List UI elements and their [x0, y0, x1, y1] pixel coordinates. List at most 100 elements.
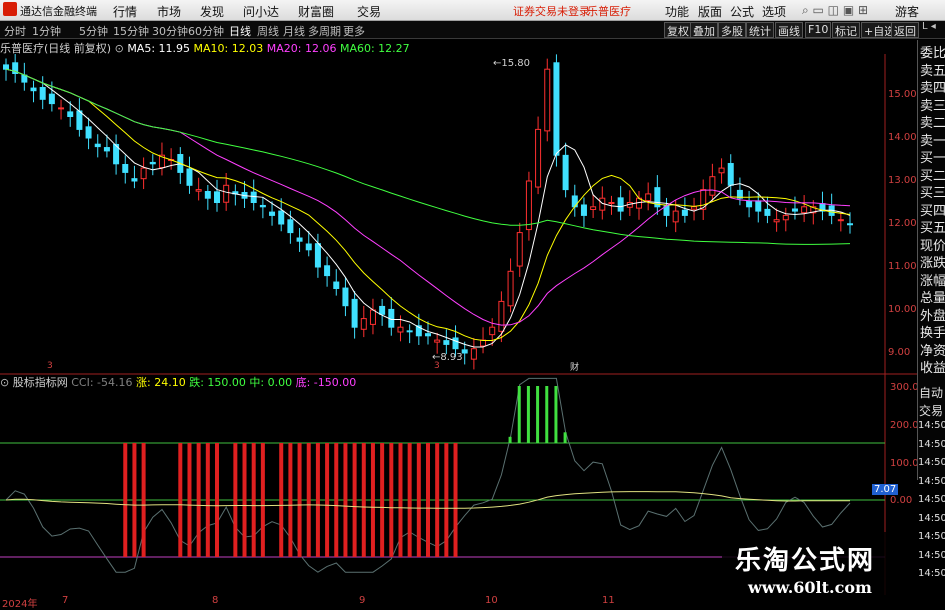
candle-body [250, 191, 257, 203]
signal-bar-red [370, 443, 375, 557]
candle-body [131, 178, 138, 182]
period-intraday[interactable]: 分时 [4, 23, 26, 39]
l-toggle[interactable]: L ◂ [922, 21, 936, 32]
time-label: 14:50 [918, 494, 945, 505]
candle-body [516, 232, 523, 267]
period-daily[interactable]: 日线 [229, 23, 251, 39]
back-button[interactable]: 返回 [891, 22, 919, 38]
period-weekly[interactable]: 周线 [257, 23, 279, 39]
signal-bar-red [407, 443, 412, 557]
candle-body [525, 180, 532, 231]
candle-body [379, 305, 386, 315]
candle-body [562, 154, 569, 191]
ma20-line [5, 68, 851, 326]
quote-label: 净资 [920, 343, 945, 359]
price-tick: 12.00 [888, 218, 917, 229]
chart-area[interactable] [0, 54, 917, 595]
candle-body [489, 326, 496, 336]
signal-bar-red [361, 443, 366, 557]
candlestick-group [3, 54, 853, 370]
quote-label: 买五 [920, 221, 945, 236]
moving-average-group [5, 68, 851, 348]
candle-body [122, 164, 129, 173]
menu-market[interactable]: 市场 [157, 3, 181, 20]
candle-body [296, 237, 303, 242]
guest-label[interactable]: 游客 [895, 3, 919, 20]
auto-trade-label[interactable]: 自动 [919, 384, 943, 401]
time-label: 14:50 [918, 475, 945, 487]
signal-bar-red [444, 443, 449, 557]
time-label: 14:50 [918, 512, 945, 524]
f10-button[interactable]: F10 [805, 22, 832, 38]
menu-quotes[interactable]: 行情 [113, 3, 137, 20]
restore-button[interactable]: 复权 [664, 22, 692, 38]
period-more[interactable]: 更多 [343, 23, 365, 39]
signal-bar-red [233, 443, 238, 557]
menu-formula[interactable]: 公式 [730, 3, 754, 20]
signal-bar-red [325, 443, 330, 557]
ma5-line [5, 68, 851, 348]
stats-button[interactable]: 统计 [746, 22, 774, 38]
signal-bar-red [215, 443, 219, 557]
indicator-name: 股标指标网 [12, 376, 68, 389]
signal-bar-green [517, 386, 521, 443]
icon-row[interactable]: ⌕ ▭ ◫ ▣ ⊞ [802, 3, 868, 18]
marker-label: 3 [47, 361, 53, 371]
menu-options[interactable]: 选项 [762, 3, 786, 20]
signal-bar-green [526, 386, 530, 443]
period-bar: 分时 1分钟 5分钟 15分钟 30分钟 60分钟 日线 周线 月线 多周期 更… [0, 21, 945, 39]
menu-ask[interactable]: 问小达 [243, 3, 279, 20]
candle-body [351, 298, 358, 328]
candle-body [461, 349, 468, 354]
watermark-title: 乐淘公式网 [735, 546, 876, 576]
ma60-line [5, 68, 851, 245]
quote-label: 换手 [920, 326, 945, 341]
candle-body [149, 161, 156, 165]
multi-stock-button[interactable]: 多股 [718, 22, 746, 38]
high-annotation: ←15.80 [493, 58, 531, 69]
signal-bar-red [205, 443, 210, 557]
period-monthly[interactable]: 月线 [283, 23, 305, 39]
overlay-button[interactable]: 叠加 [690, 22, 718, 38]
candle-body [94, 143, 101, 148]
candle-body [645, 193, 652, 202]
quote-label: 买一 [920, 151, 945, 166]
price-tick: 13.00 [888, 175, 917, 186]
period-30min[interactable]: 30分钟 [152, 23, 188, 39]
menu-wealth[interactable]: 财富圈 [298, 3, 334, 20]
signal-bar-red [426, 443, 430, 557]
menu-discover[interactable]: 发现 [200, 3, 224, 20]
menu-layout[interactable]: 版面 [698, 3, 722, 20]
candle-body [48, 93, 55, 105]
di-value: 底: -150.00 [295, 376, 357, 389]
menu-trade[interactable]: 交易 [357, 3, 381, 20]
candle-body [764, 208, 771, 216]
auto-trade-label[interactable]: 交易 [919, 402, 943, 419]
candle-body [85, 126, 92, 139]
time-label: 14:50 [918, 438, 945, 450]
menu-bar: 通达信金融终端 行情 市场 发现 问小达 财富圈 交易 证券交易未登录 乐普医疗… [0, 0, 945, 21]
time-label: 14:50 [918, 457, 945, 468]
draw-button[interactable]: 画线 [775, 22, 803, 38]
quote-label: 委比 [920, 46, 945, 61]
period-1min[interactable]: 1分钟 [32, 23, 61, 39]
period-60min[interactable]: 60分钟 [188, 23, 224, 39]
quote-label: 外盘 [920, 308, 945, 324]
candle-body [681, 209, 688, 216]
login-notice[interactable]: 证券交易未登录 [513, 3, 590, 19]
price-tick: 9.00 [888, 347, 911, 358]
period-5min[interactable]: 5分钟 [79, 23, 108, 39]
period-15min[interactable]: 15分钟 [113, 23, 149, 39]
menu-function[interactable]: 功能 [665, 3, 689, 20]
ind-settings-icon[interactable]: ⊙ [0, 376, 9, 389]
candle-body [608, 202, 615, 204]
x-tick: 8 [212, 595, 219, 606]
candle-body [406, 330, 413, 333]
candle-body [571, 195, 578, 208]
signal-bar-red [132, 443, 137, 557]
signal-bar-red [435, 443, 440, 557]
mark-button[interactable]: 标记 [832, 22, 860, 38]
candle-body [259, 204, 266, 208]
candle-body [452, 337, 459, 350]
period-multi[interactable]: 多周期 [308, 23, 341, 39]
